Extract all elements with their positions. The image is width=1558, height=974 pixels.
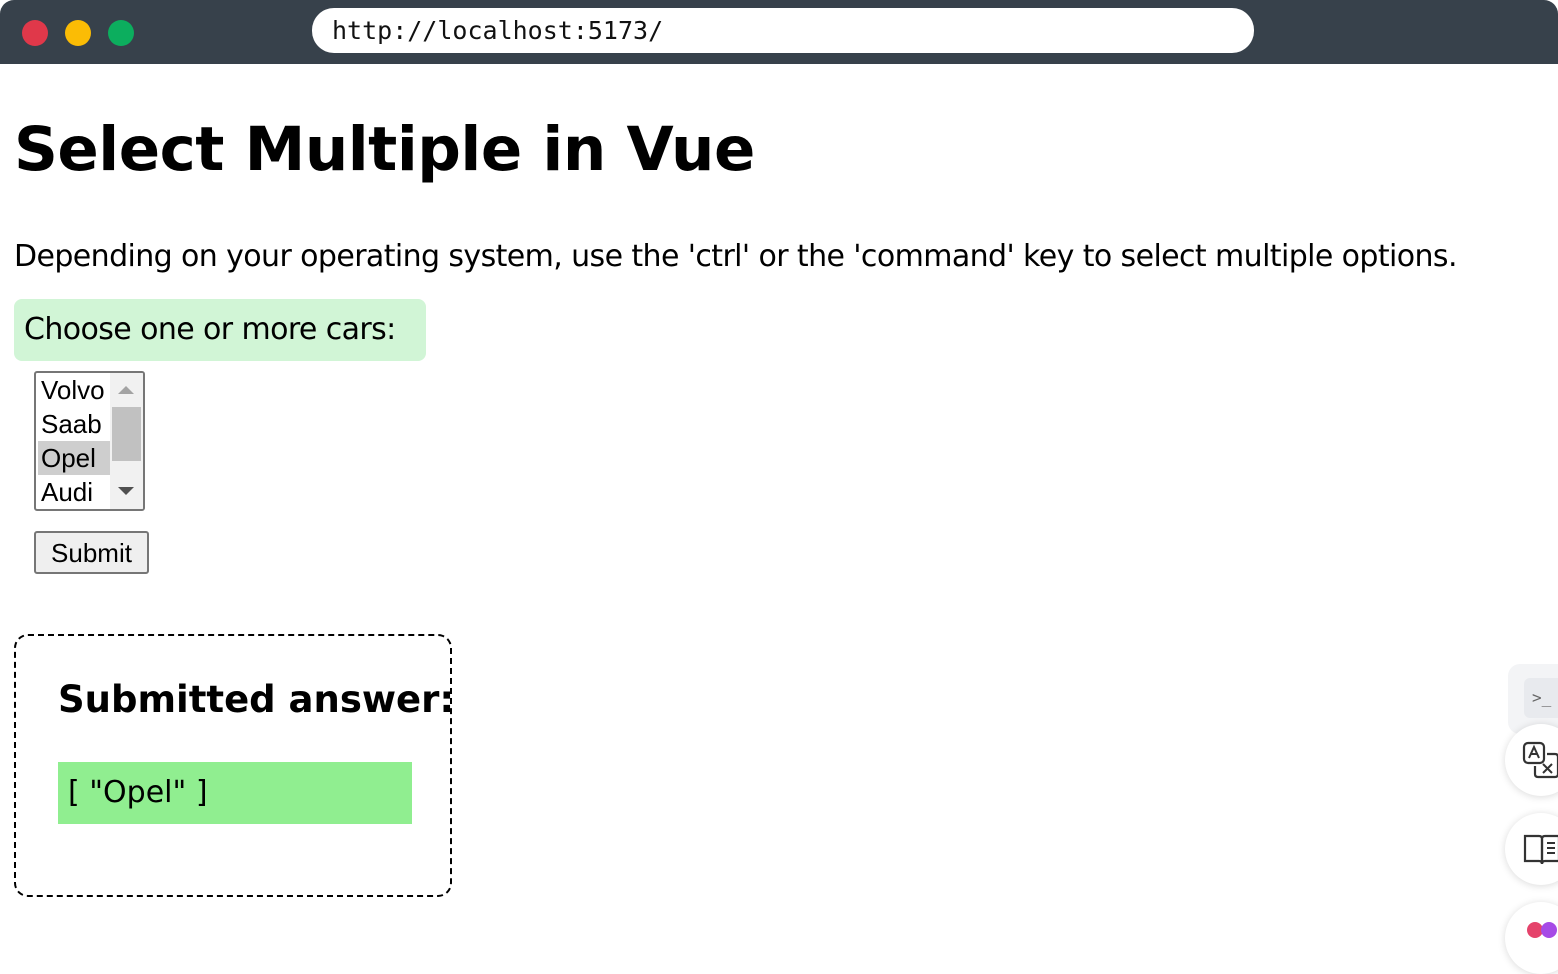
terminal-icon[interactable]: >_ bbox=[1524, 678, 1558, 718]
scroll-thumb[interactable] bbox=[112, 407, 141, 461]
minimize-window-button[interactable] bbox=[65, 20, 91, 46]
translate-button[interactable] bbox=[1505, 724, 1558, 796]
option-opel[interactable]: Opel bbox=[38, 441, 114, 475]
colorful-app-icon bbox=[1527, 922, 1557, 938]
scroll-down-arrow-icon[interactable] bbox=[118, 487, 134, 495]
address-bar[interactable]: http://localhost:5173/ bbox=[312, 8, 1254, 53]
select-scrollbar[interactable] bbox=[110, 373, 143, 509]
app-launcher-button[interactable] bbox=[1505, 902, 1558, 974]
option-saab[interactable]: Saab bbox=[38, 407, 114, 441]
page-title: Select Multiple in Vue bbox=[14, 114, 755, 185]
browser-toolbar: http://localhost:5173/ bbox=[0, 0, 1558, 64]
close-window-button[interactable] bbox=[22, 20, 48, 46]
option-audi[interactable]: Audi bbox=[38, 475, 114, 509]
intro-text: Depending on your operating system, use … bbox=[14, 239, 1458, 274]
submitted-answer-panel: Submitted answer: [ "Opel" ] bbox=[14, 634, 455, 897]
cars-multiselect[interactable]: Volvo Saab Opel Audi bbox=[34, 371, 145, 511]
reader-mode-button[interactable] bbox=[1505, 813, 1558, 885]
answer-value: [ "Opel" ] bbox=[58, 762, 412, 824]
maximize-window-button[interactable] bbox=[108, 20, 134, 46]
answer-heading: Submitted answer: bbox=[58, 678, 455, 721]
reader-icon bbox=[1523, 834, 1558, 865]
option-volvo[interactable]: Volvo bbox=[38, 373, 114, 407]
submit-button[interactable]: Submit bbox=[34, 531, 149, 574]
scroll-up-arrow-icon[interactable] bbox=[118, 386, 134, 394]
translate-icon bbox=[1522, 741, 1558, 779]
select-label: Choose one or more cars: bbox=[14, 299, 426, 361]
